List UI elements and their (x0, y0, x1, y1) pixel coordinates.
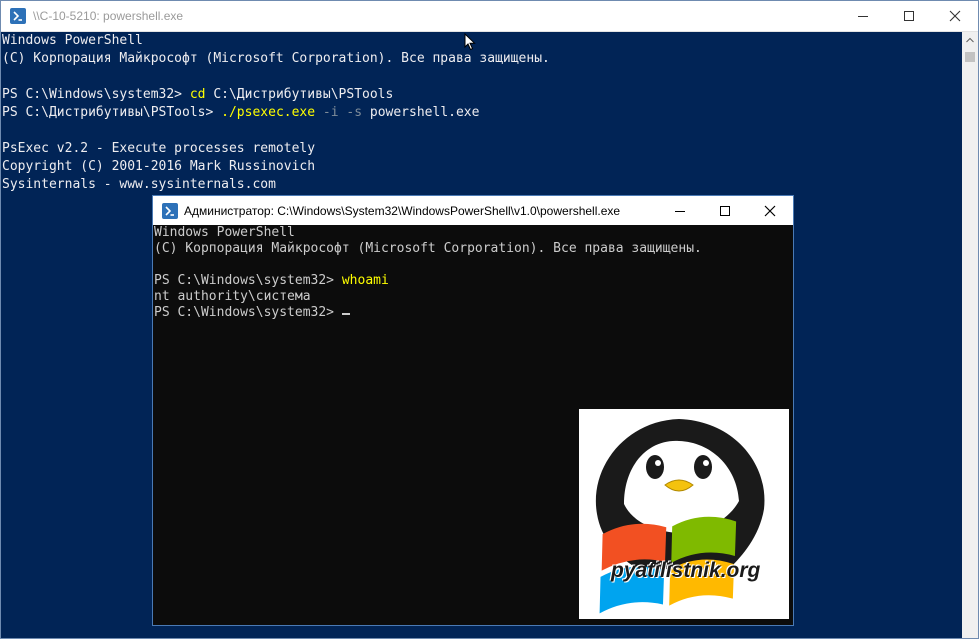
outer-command-line-1: PS C:\Windows\system32> cd C:\Дистрибути… (2, 86, 962, 104)
logo-text: pyatilistnik.org (611, 559, 761, 582)
outer-banner-line-1: Windows PowerShell (2, 33, 143, 48)
close-icon (949, 10, 961, 22)
outer-minimize-button[interactable] (840, 1, 886, 31)
inner-blank-line (154, 257, 792, 273)
argument-exe: powershell.exe (362, 105, 480, 120)
outer-maximize-button[interactable] (886, 1, 932, 31)
inner-title-bar[interactable]: Администратор: C:\Windows\System32\Windo… (153, 196, 793, 225)
command-whoami: whoami (341, 273, 389, 288)
inner-minimize-button[interactable] (657, 196, 703, 225)
outer-window-title: \\C-10-5210: powershell.exe (33, 9, 184, 23)
outer-title-bar[interactable]: \\C-10-5210: powershell.exe (1, 1, 978, 32)
powershell-icon (162, 203, 178, 219)
prompt: PS C:\Windows\system32> (154, 305, 342, 320)
prompt: PS C:\Дистрибутивы\PSTools> (2, 105, 222, 120)
powershell-icon (10, 8, 26, 24)
parameter-s: -s (338, 105, 363, 120)
text-cursor (341, 313, 350, 315)
inner-maximize-button[interactable] (702, 196, 748, 225)
psexec-output-line-3: Sysinternals - www.sysinternals.com (2, 177, 276, 192)
command-cd: cd (189, 87, 206, 102)
argument-path: C:\Дистрибутивы\PSTools (205, 87, 394, 102)
whoami-output-line: nt authority\система (154, 289, 311, 304)
outer-command-line-2: PS C:\Дистрибутивы\PSTools> ./psexec.exe… (2, 104, 962, 122)
pyatilistnik-logo: pyatilistnik.org (579, 409, 789, 619)
scroll-thumb[interactable] (965, 52, 975, 62)
inner-banner-line-1: Windows PowerShell (154, 225, 295, 240)
mouse-pointer-icon (464, 33, 476, 51)
command-psexec: ./psexec.exe (221, 105, 316, 120)
maximize-icon (720, 205, 730, 216)
inner-banner-line-2: (C) Корпорация Майкрософт (Microsoft Cor… (154, 241, 702, 256)
inner-command-line-1: PS C:\Windows\system32> whoami (154, 273, 792, 289)
close-icon (764, 205, 776, 216)
maximize-icon (904, 11, 914, 21)
outer-blank-line (2, 122, 962, 140)
chevron-up-icon (966, 37, 974, 43)
outer-close-button[interactable] (932, 1, 978, 31)
psexec-output-line-1: PsExec v2.2 - Execute processes remotely (2, 141, 316, 156)
prompt: PS C:\Windows\system32> (154, 273, 342, 288)
minimize-icon (858, 16, 868, 17)
psexec-output-line-2: Copyright (C) 2001-2016 Mark Russinovich (2, 159, 316, 174)
inner-close-button[interactable] (747, 196, 793, 225)
parameter-i: -i (315, 105, 339, 120)
inner-command-line-2: PS C:\Windows\system32> (154, 305, 792, 321)
outer-vertical-scrollbar[interactable] (962, 32, 978, 638)
outer-blank-line (2, 68, 962, 86)
minimize-icon (675, 210, 685, 212)
outer-banner-line-2: (C) Корпорация Майкрософт (Microsoft Cor… (2, 51, 550, 66)
prompt: PS C:\Windows\system32> (2, 87, 190, 102)
inner-window-title: Администратор: C:\Windows\System32\Windo… (184, 204, 621, 218)
scroll-up-button[interactable] (962, 32, 978, 48)
